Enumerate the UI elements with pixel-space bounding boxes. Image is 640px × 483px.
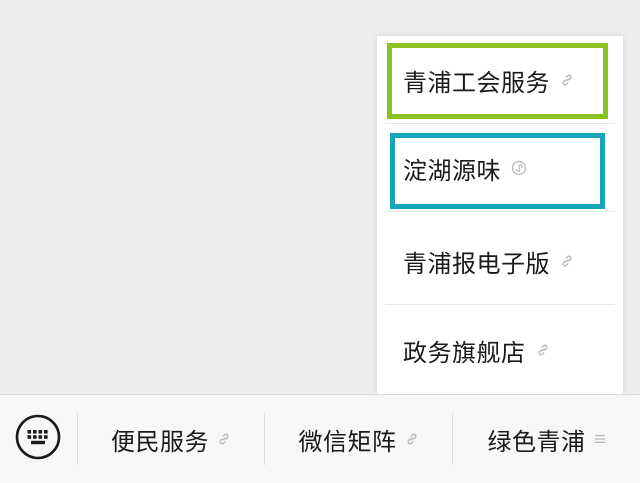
link-icon <box>536 343 550 357</box>
link-icon <box>405 432 419 446</box>
submenu-item-gov-flagship-store[interactable]: 政务旗舰店 <box>377 306 623 394</box>
submenu-popup: 青浦工会服务 淀湖源味 青浦报电子版 政务旗舰店 <box>377 36 623 394</box>
submenu-item-qingpu-e-newspaper[interactable]: 青浦报电子版 <box>377 217 623 305</box>
link-icon <box>560 73 574 87</box>
bar-item-convenience-services[interactable]: 便民服务 <box>78 395 264 483</box>
bar-item-label: 微信矩阵 <box>298 427 397 456</box>
bar-item-label: 绿色青浦 <box>487 427 586 456</box>
bar-item-wechat-matrix[interactable]: 微信矩阵 <box>265 395 452 483</box>
keyboard-toggle-button[interactable] <box>14 414 62 464</box>
link-icon <box>560 254 574 268</box>
submenu-item-union-service[interactable]: 青浦工会服务 <box>377 36 623 124</box>
bar-item-label: 便民服务 <box>111 427 209 456</box>
submenu-item-label: 青浦工会服务 <box>403 68 550 97</box>
bottom-menu-bar: 便民服务 微信矩阵 绿色青浦 <box>0 394 640 483</box>
submenu-item-label: 青浦报电子版 <box>403 249 550 278</box>
keyboard-icon <box>15 414 61 464</box>
submenu-item-label: 政务旗舰店 <box>403 338 526 367</box>
menu-lines-icon <box>594 433 606 445</box>
submenu-item-dianhu-flavor[interactable]: 淀湖源味 <box>377 124 623 212</box>
bar-item-green-qingpu[interactable]: 绿色青浦 <box>453 395 640 483</box>
submenu-item-label: 淀湖源味 <box>403 156 501 185</box>
link-icon <box>217 432 231 446</box>
miniprogram-icon <box>511 160 527 176</box>
